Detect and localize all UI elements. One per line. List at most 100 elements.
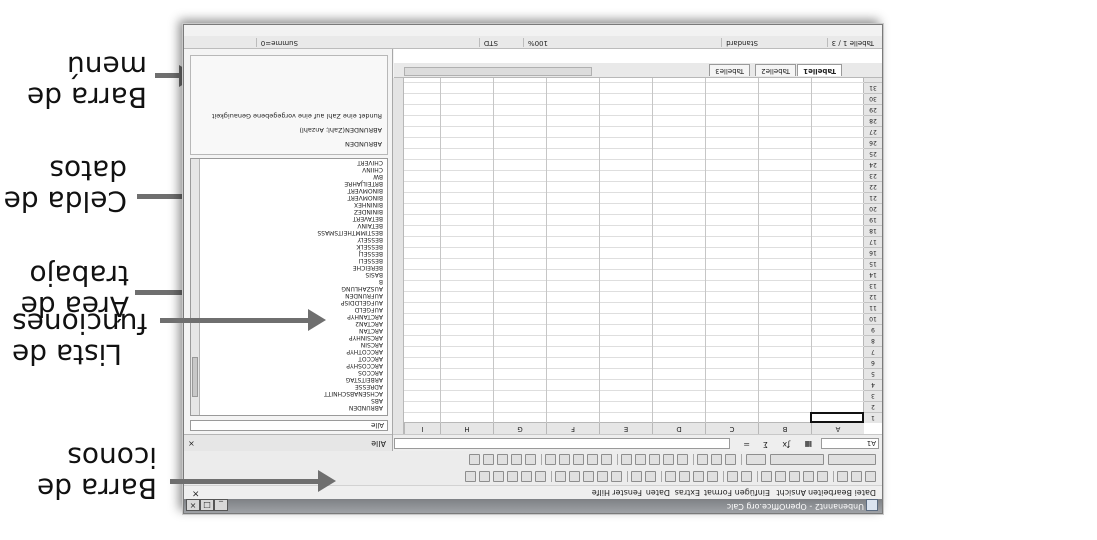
row-header[interactable]: 8	[864, 335, 882, 346]
category-dropdown[interactable]: Alle	[190, 420, 388, 431]
column-header[interactable]: E	[599, 423, 652, 434]
help-icon[interactable]	[465, 471, 476, 482]
function-list-item[interactable]: BRTEILJAHRE	[344, 179, 383, 187]
function-list-item[interactable]: BESSELY	[357, 235, 383, 243]
row-header[interactable]: 13	[864, 280, 882, 291]
function-list-item[interactable]: ABS	[371, 396, 383, 404]
row-header[interactable]: 29	[864, 104, 882, 115]
row-header[interactable]: 3	[864, 390, 882, 401]
function-list-item[interactable]: BESSELK	[356, 242, 383, 250]
font-color-icon[interactable]	[469, 454, 480, 465]
font-dropdown[interactable]	[770, 454, 824, 465]
row-header[interactable]: 5	[864, 368, 882, 379]
currency-icon[interactable]	[601, 454, 612, 465]
function-list-item[interactable]: AUFGELDDISP	[341, 298, 383, 306]
zoom-icon[interactable]	[479, 471, 490, 482]
menu-daten[interactable]: Daten	[646, 488, 670, 497]
italic-icon[interactable]	[711, 454, 722, 465]
function-list-item[interactable]: ARCSINHYP	[349, 333, 383, 341]
function-list-item[interactable]: ADRESSE	[355, 382, 383, 390]
row-header[interactable]: 10	[864, 313, 882, 324]
add-decimal-icon[interactable]	[559, 454, 570, 465]
standard-format-icon[interactable]	[573, 454, 584, 465]
function-list-scrollbar[interactable]	[191, 159, 200, 415]
row-header[interactable]: 18	[864, 225, 882, 236]
navigator-icon[interactable]	[521, 471, 532, 482]
style-dropdown[interactable]	[828, 454, 876, 465]
function-list-item[interactable]: BININDEZ	[354, 207, 383, 215]
function-list-item[interactable]: AUSZAHLUNG	[341, 284, 383, 292]
column-header[interactable]: G	[493, 423, 546, 434]
row-header[interactable]: 19	[864, 214, 882, 225]
formula-input[interactable]	[394, 438, 730, 449]
menu-fenster[interactable]: Fenster	[612, 488, 642, 497]
tab-tabelle3[interactable]: Tabelle3	[709, 64, 750, 76]
row-header[interactable]: 16	[864, 247, 882, 258]
row-header[interactable]: 1	[864, 412, 882, 423]
active-cell[interactable]	[810, 412, 864, 423]
size-dropdown[interactable]	[746, 454, 766, 465]
column-header[interactable]: I	[404, 423, 440, 434]
increase-indent-icon[interactable]	[511, 454, 522, 465]
sort-desc-icon[interactable]	[583, 471, 594, 482]
redo-icon[interactable]	[631, 471, 642, 482]
row-header[interactable]: 24	[864, 159, 882, 170]
function-list-item[interactable]: BW	[373, 172, 383, 180]
draw-icon[interactable]	[555, 471, 566, 482]
column-header[interactable]: D	[652, 423, 705, 434]
row-header[interactable]: 4	[864, 379, 882, 390]
new-icon[interactable]	[865, 471, 876, 482]
function-list-item[interactable]: CHIINV	[362, 165, 383, 173]
background-color-icon[interactable]	[483, 454, 494, 465]
justify-icon[interactable]	[635, 454, 646, 465]
menu-extras[interactable]: Extras	[675, 488, 700, 497]
name-box[interactable]: A1	[821, 438, 879, 449]
function-wizard-icon[interactable]: ƒx	[782, 440, 790, 449]
datasource-icon[interactable]	[493, 471, 504, 482]
function-list-item[interactable]: BETAVERT	[353, 214, 383, 222]
row-header[interactable]: 12	[864, 291, 882, 302]
row-header[interactable]: 11	[864, 302, 882, 313]
function-list-item[interactable]: ABRUNDEN	[349, 403, 383, 411]
function-list-item[interactable]: BESSELI	[359, 256, 383, 264]
row-header[interactable]: 9	[864, 324, 882, 335]
function-list-item[interactable]: BESTIMMTHEITSMASS	[317, 228, 383, 236]
row-header[interactable]: 23	[864, 170, 882, 181]
column-header[interactable]: A	[811, 423, 864, 434]
status-zoom[interactable]: 100%	[522, 38, 552, 47]
function-list-item[interactable]: BININHEX	[354, 200, 383, 208]
menu-einfuegen[interactable]: Einfügen	[735, 488, 770, 497]
row-header[interactable]: 30	[864, 93, 882, 104]
status-mode[interactable]: STD	[478, 38, 502, 47]
cell-grid[interactable]	[404, 78, 864, 423]
function-list-item[interactable]: ARCSIN	[361, 340, 383, 348]
function-list[interactable]: ABRUNDEN ABS ACHSENABSCHNITT ADRESSE ARBEITS…	[190, 158, 388, 416]
chart-icon[interactable]	[569, 471, 580, 482]
function-list-item[interactable]: ARCTAN	[359, 326, 383, 334]
underline-icon[interactable]	[697, 454, 708, 465]
horizontal-scrollbar[interactable]	[404, 67, 592, 76]
column-header[interactable]: B	[758, 423, 811, 434]
equals-icon[interactable]: =	[743, 440, 750, 449]
function-list-item[interactable]: BEREICHE	[353, 263, 383, 271]
row-header[interactable]: 31	[864, 82, 882, 93]
function-list-item[interactable]: ARCCOSHYP	[346, 361, 383, 369]
save-icon[interactable]	[837, 471, 848, 482]
find-icon[interactable]	[535, 471, 546, 482]
function-list-item[interactable]: BESSELJ	[359, 249, 383, 257]
bold-icon[interactable]	[725, 454, 736, 465]
function-list-item[interactable]: ARCCOS	[358, 368, 383, 376]
function-list-item[interactable]: BASIS	[365, 270, 383, 278]
function-list-item[interactable]: ARBEITSTAG	[346, 375, 383, 383]
row-header[interactable]: 21	[864, 192, 882, 203]
row-header[interactable]: 20	[864, 203, 882, 214]
gallery-icon[interactable]	[507, 471, 518, 482]
sum-icon[interactable]: Σ	[763, 440, 768, 449]
print-icon[interactable]	[775, 471, 786, 482]
pdf-icon[interactable]	[789, 471, 800, 482]
row-header[interactable]: 25	[864, 148, 882, 159]
delete-decimal-icon[interactable]	[545, 454, 556, 465]
row-header[interactable]: 22	[864, 181, 882, 192]
column-header[interactable]: H	[440, 423, 493, 434]
cut-icon[interactable]	[707, 471, 718, 482]
